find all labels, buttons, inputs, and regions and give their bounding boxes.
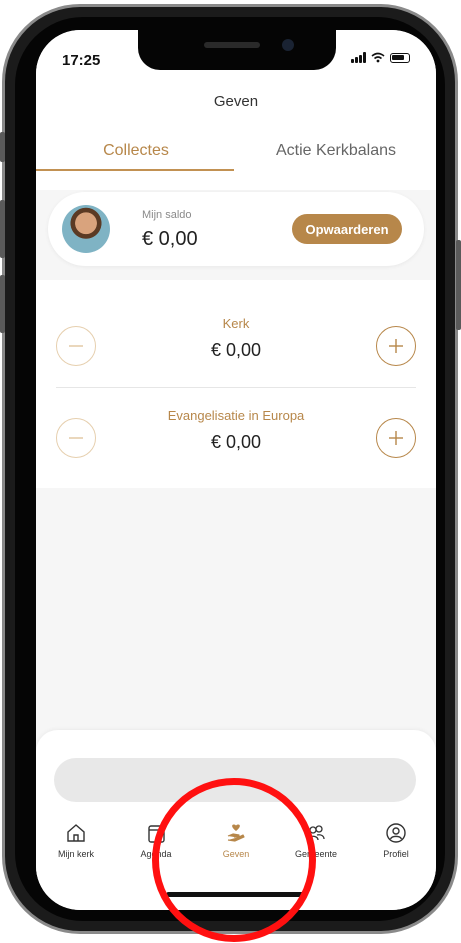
power-button — [456, 240, 461, 330]
balance-value: € 0,00 — [142, 228, 198, 250]
speaker-grill — [204, 42, 260, 48]
increase-button[interactable] — [376, 418, 416, 458]
status-time: 17:25 — [62, 52, 101, 69]
collection-name: Kerk — [222, 316, 250, 331]
balance-label: Mijn saldo — [142, 209, 192, 221]
notch — [138, 30, 336, 70]
front-camera — [282, 39, 294, 51]
nav-item-mijn-kerk[interactable]: Mijn kerk — [36, 822, 116, 859]
avatar — [62, 205, 110, 253]
battery-icon — [390, 52, 410, 63]
plus-icon — [389, 431, 403, 445]
signal-icon — [351, 52, 366, 63]
row-divider — [56, 387, 416, 388]
nav-label: Profiel — [383, 849, 409, 859]
nav-label: Mijn kerk — [57, 849, 94, 859]
profile-icon — [386, 823, 406, 843]
status-icons — [351, 52, 410, 63]
silent-switch — [0, 132, 5, 162]
wifi-icon — [371, 52, 385, 63]
balance-card: Mijn saldo € 0,00 Opwaarderen — [48, 192, 424, 266]
active-tab-indicator — [36, 169, 234, 171]
topup-button[interactable]: Opwaarderen — [292, 214, 402, 244]
collections-list: Kerk € 0,00 Evangelisatie in Europa € 0,… — [36, 280, 436, 488]
tab-bar: Collectes Actie Kerkbalans — [36, 142, 436, 172]
collection-row-kerk: Kerk € 0,00 — [36, 298, 436, 388]
increase-button[interactable] — [376, 326, 416, 366]
volume-up-button — [0, 200, 5, 258]
header-area: 17:25 Geven Collectes Actie Kerkbalans — [36, 30, 436, 190]
collection-name: Evangelisatie in Europa — [167, 408, 305, 423]
nav-item-profiel[interactable]: Profiel — [356, 822, 436, 859]
page-title: Geven — [213, 93, 259, 110]
plus-icon — [389, 339, 403, 353]
tab-actie-kerkbalans[interactable]: Actie Kerkbalans — [236, 142, 436, 160]
collection-row-evangelisatie: Evangelisatie in Europa € 0,00 — [36, 390, 436, 480]
volume-down-button — [0, 275, 5, 333]
annotation-circle — [152, 778, 316, 942]
home-icon — [67, 824, 85, 842]
tab-collectes[interactable]: Collectes — [36, 142, 236, 160]
